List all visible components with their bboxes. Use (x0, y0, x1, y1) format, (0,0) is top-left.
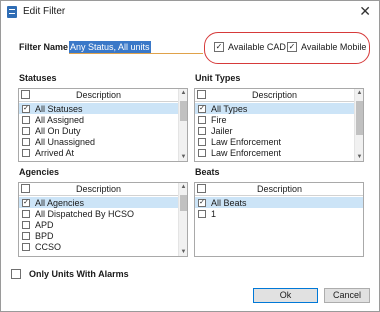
list-item[interactable]: All On Duty (19, 125, 179, 136)
close-icon[interactable]: ✕ (359, 3, 371, 19)
checkbox-check-icon: ✓ (214, 42, 224, 52)
scroll-up-icon[interactable]: ▲ (179, 184, 187, 190)
select-all-checkbox[interactable] (197, 184, 206, 193)
list-item[interactable]: All Assigned (19, 114, 179, 125)
unit-types-scrollbar[interactable]: ▲ ▼ (354, 89, 363, 161)
checkbox-check-icon[interactable]: ✓ (198, 198, 206, 207)
list-item[interactable]: ✓ All Agencies (19, 197, 179, 208)
statuses-heading: Statuses (19, 73, 57, 83)
statuses-list[interactable]: Description ✓ All Statuses All Assigned A… (18, 88, 188, 162)
scroll-down-icon[interactable]: ▼ (179, 154, 187, 160)
checkbox-check-icon[interactable]: ✓ (198, 104, 206, 113)
scroll-thumb[interactable] (356, 101, 363, 135)
list-item[interactable]: APD (19, 219, 179, 230)
scroll-down-icon[interactable]: ▼ (179, 249, 187, 255)
list-item[interactable]: BPD (19, 230, 179, 241)
agencies-list[interactable]: Description ✓ All Agencies All Dispatched… (18, 182, 188, 257)
beats-column-header: Description (257, 184, 303, 194)
filter-app-icon (7, 6, 17, 18)
scroll-thumb[interactable] (180, 101, 187, 121)
unit-types-header: Description (195, 89, 355, 102)
list-item[interactable]: Jailer (195, 125, 355, 136)
list-item[interactable]: ✓ All Types (195, 103, 355, 114)
cancel-button[interactable]: Cancel (324, 288, 370, 303)
agencies-scrollbar[interactable]: ▲ ▼ (178, 183, 187, 256)
statuses-column-header: Description (76, 90, 122, 100)
list-item[interactable]: Law Enforcement (195, 136, 355, 147)
scroll-down-icon[interactable]: ▼ (355, 154, 363, 160)
select-all-checkbox[interactable] (21, 184, 30, 193)
beats-list[interactable]: Description ✓ All Beats 1 (194, 182, 364, 257)
alarms-label: Only Units With Alarms (29, 269, 129, 279)
checkbox-check-icon: ✓ (287, 42, 297, 52)
select-all-checkbox[interactable] (197, 90, 206, 99)
statuses-header: Description (19, 89, 179, 102)
available-cad-checkbox[interactable]: ✓ Available CAD (214, 42, 286, 52)
available-mobile-label: Available Mobile (301, 42, 367, 52)
list-item[interactable]: CCSO (19, 241, 179, 252)
checkbox-check-icon[interactable]: ✓ (22, 198, 30, 207)
agencies-heading: Agencies (19, 167, 60, 177)
filter-name-input[interactable]: Any Status, All units (69, 41, 203, 54)
filter-name-value: Any Status, All units (69, 41, 151, 53)
agencies-column-header: Description (76, 184, 122, 194)
list-item[interactable]: All Unassigned (19, 136, 179, 147)
scroll-thumb[interactable] (180, 195, 187, 211)
list-item[interactable]: Law Enforcement (195, 147, 355, 158)
unit-types-column-header: Description (252, 90, 298, 100)
ok-button[interactable]: Ok (253, 288, 318, 303)
list-item[interactable]: All Dispatched By HCSO (19, 208, 179, 219)
edit-filter-dialog: Edit Filter ✕ Filter Name Any Status, Al… (0, 0, 380, 312)
list-item[interactable]: Arrived At (19, 147, 179, 158)
list-item[interactable]: ✓ All Statuses (19, 103, 179, 114)
list-item[interactable]: 1 (195, 208, 363, 219)
available-mobile-checkbox[interactable]: ✓ Available Mobile (287, 42, 366, 52)
only-units-with-alarms-checkbox[interactable]: Only Units With Alarms (11, 269, 129, 279)
agencies-header: Description (19, 183, 179, 196)
window-title: Edit Filter (23, 6, 66, 17)
unit-types-list[interactable]: Description ✓ All Types Fire Jailer Law E… (194, 88, 364, 162)
scroll-up-icon[interactable]: ▲ (355, 90, 363, 96)
list-item[interactable]: Fire (195, 114, 355, 125)
checkbox-check-icon[interactable]: ✓ (22, 104, 30, 113)
select-all-checkbox[interactable] (21, 90, 30, 99)
available-cad-label: Available CAD (228, 42, 286, 52)
filter-name-label: Filter Name (19, 42, 69, 52)
scroll-up-icon[interactable]: ▲ (179, 90, 187, 96)
beats-heading: Beats (195, 167, 220, 177)
title-bar: Edit Filter ✕ (1, 1, 379, 23)
statuses-scrollbar[interactable]: ▲ ▼ (178, 89, 187, 161)
list-item[interactable]: ✓ All Beats (195, 197, 363, 208)
alarms-checkbox-box (11, 269, 21, 279)
beats-header: Description (195, 183, 363, 196)
unit-types-heading: Unit Types (195, 73, 241, 83)
